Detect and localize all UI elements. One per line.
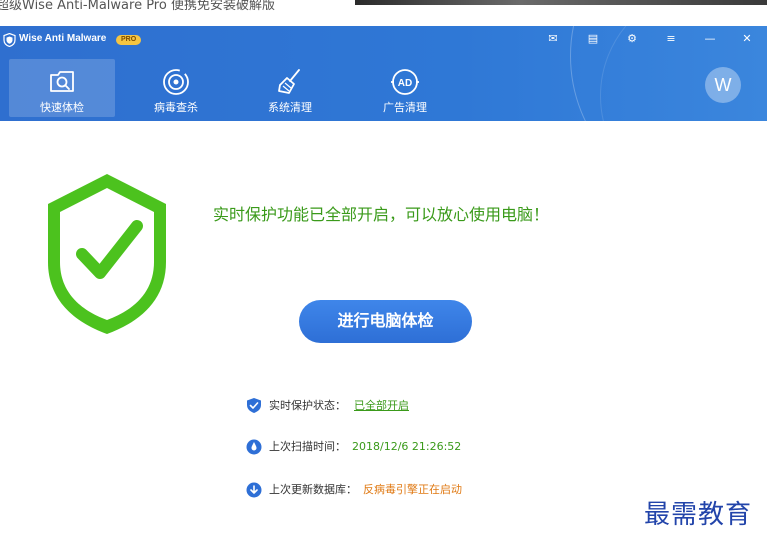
menu-button[interactable]: ≡ [663,32,679,46]
pro-badge: PRO [116,35,142,45]
last-scan-time: 2018/12/6 21:26:52 [352,440,462,453]
cropped-image-strip [355,0,767,5]
minimize-button[interactable]: — [702,32,718,46]
ad-icon-text: AD [398,78,412,89]
nav-virus-scan-label: 病毒查杀 [154,101,198,114]
nav-quick-scan-label: 快速体检 [40,101,84,114]
cropped-caption: 超级Wise Anti-Malware Pro 便携免安装破解版 [0,0,275,13]
protection-status-label: 实时保护状态： [269,399,346,412]
nav-system-clean[interactable]: 系统清理 [237,59,343,117]
watermark-text: 最需教育 [644,500,753,530]
mail-icon: ✉ [548,32,558,45]
shield-logo-icon [3,33,16,47]
nav-system-clean-label: 系统清理 [268,101,312,114]
download-icon [246,482,262,498]
broom-icon [278,69,300,94]
tools-icon: ⚙ [627,32,637,45]
message-icon: ▤ [587,32,599,45]
menu-icon: ≡ [666,32,676,45]
shield-check-small-icon [247,398,261,413]
virus-scan-icon [163,69,189,95]
minimize-icon: — [704,32,716,45]
last-scan-row: 上次扫描时间： 2018/12/6 21:26:52 [246,437,506,457]
close-icon: ✕ [742,32,752,45]
protection-status-row: 实时保护状态： 已全部开启 [246,396,476,416]
nav-ad-clean[interactable]: AD 广告清理 [352,59,458,117]
nav-quick-scan[interactable]: 快速体检 [9,59,115,117]
last-scan-label: 上次扫描时间： [269,440,346,453]
last-update-status: 反病毒引擎正在启动 [363,483,462,496]
title-bar[interactable]: Wise Anti Malware PRO ✉ ▤ ⚙ ≡ — ✕ [0,26,767,54]
last-update-label: 上次更新数据库： [269,483,357,496]
mail-button[interactable]: ✉ [545,32,561,46]
tools-button[interactable]: ⚙ [624,32,640,46]
close-button[interactable]: ✕ [739,32,755,46]
scan-time-icon [246,439,262,455]
app-header: Wise Anti Malware PRO ✉ ▤ ⚙ ≡ — ✕ 快速体检 病… [0,26,767,121]
message-button[interactable]: ▤ [585,32,601,46]
ad-icon: AD [391,69,419,95]
nav-ad-clean-label: 广告清理 [383,101,427,114]
last-update-row: 上次更新数据库： 反病毒引擎正在启动 [246,480,506,500]
quick-scan-icon [50,71,74,92]
protection-status-message: 实时保护功能已全部开启，可以放心使用电脑！ [213,205,550,224]
user-avatar[interactable]: W [705,67,741,103]
shield-check-icon [48,174,166,334]
cropped-top-strip: 超级Wise Anti-Malware Pro 便携免安装破解版 [0,0,767,26]
protection-status-link[interactable]: 已全部开启 [354,396,409,416]
app-title: Wise Anti Malware [19,33,107,44]
start-scan-button[interactable]: 进行电脑体检 [299,300,472,343]
nav-virus-scan[interactable]: 病毒查杀 [123,59,229,117]
